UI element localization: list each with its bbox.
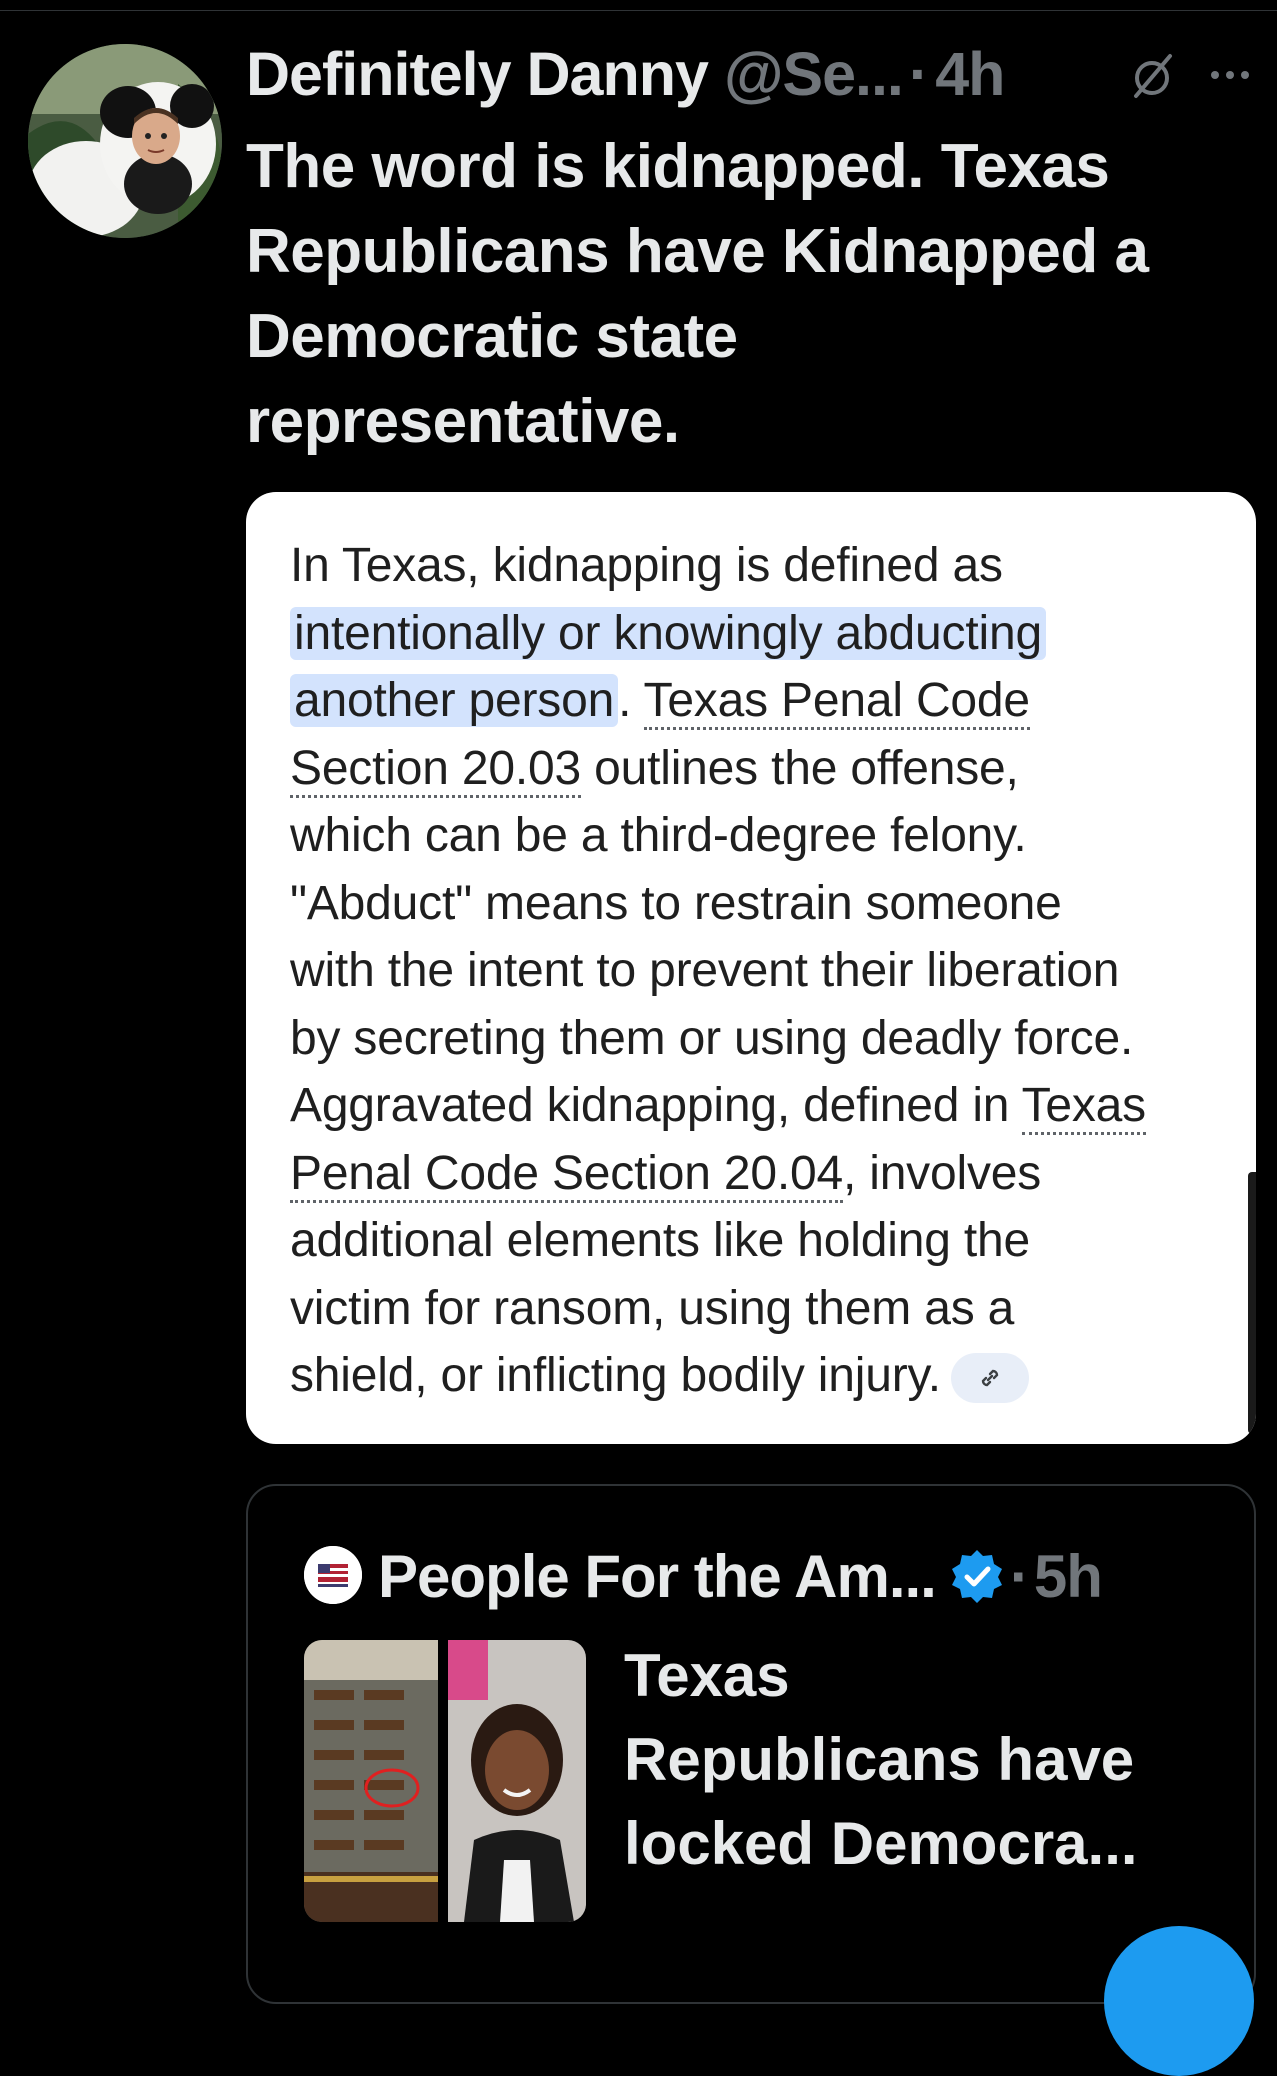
citation-link[interactable]: Section 20.03 [290,741,581,798]
attached-screenshot[interactable]: In Texas, kidnapping is defined as inten… [246,492,1256,1444]
card-line: Aggravated kidnapping, defined in Texas [290,1072,1230,1140]
grok-icon[interactable] [1128,52,1176,100]
card-line: victim for ransom, using them as a [290,1281,1015,1335]
quoted-author-avatar[interactable] [304,1546,362,1604]
card-line: In Texas, kidnapping is defined as [290,539,1003,592]
card-punct: . [618,674,644,727]
scrollbar[interactable] [1248,1172,1256,1434]
author-name[interactable]: Definitely Danny [246,39,709,109]
author-avatar[interactable] [28,44,222,238]
card-line: another person. Texas Penal Code [290,667,1230,735]
card-line: by secreting them or using deadly force. [290,1011,1134,1065]
post-text-line: The word is kidnapped. Texas [246,132,1110,201]
post-text-line: Democratic state [246,302,738,371]
link-chip[interactable] [950,1353,1029,1404]
card-line: shield, or inflicting bodily injury. [290,1342,1230,1410]
card-text-segment: outlines the offense, [580,741,1019,795]
quoted-text-line: Republicans have [624,1726,1135,1793]
separator-dot: · [1009,1542,1030,1610]
post-text-line: representative. [246,387,680,456]
top-divider [0,0,1277,11]
citation-link[interactable]: Texas [1021,1079,1146,1135]
compose-button[interactable] [1104,1926,1254,2076]
post-text: The word is kidnapped. Texas Republicans… [246,124,1256,464]
quoted-text-line: locked Democra... [624,1810,1138,1877]
quoted-post-media[interactable] [304,1640,586,1922]
card-line: which can be a third-degree felony. [290,809,1027,862]
post-timestamp[interactable]: 4h [935,39,1005,109]
quoted-text-line: Texas [624,1642,790,1709]
quoted-post-timestamp[interactable]: 5h [1034,1542,1103,1611]
author-handle[interactable]: @Se... [724,39,904,109]
post-text-line: Republicans have Kidnapped a [246,217,1149,286]
card-text-segment: shield, or inflicting bodily injury. [290,1349,941,1402]
quoted-post[interactable]: People For the Am... · 5h Texas Republic… [246,1484,1256,2004]
highlighted-text: another person [290,674,619,727]
verified-badge-icon[interactable] [948,1547,1006,1605]
highlighted-text: intentionally or knowingly abducting [290,606,1046,660]
card-line: "Abduct" means to restrain someone [290,876,1062,930]
card-line: intentionally or knowingly abducting [290,600,1230,668]
quoted-post-text: Texas Republicans have locked Democra... [624,1634,1224,1886]
card-line: with the intent to prevent their liberat… [290,944,1120,997]
citation-link[interactable]: Texas Penal Code [643,674,1030,730]
card-text-segment: Aggravated kidnapping, defined in [290,1079,1022,1132]
citation-link[interactable]: Penal Code Section 20.04 [290,1146,843,1203]
card-line: Penal Code Section 20.04, involves [290,1140,1230,1208]
card-line: Section 20.03 outlines the offense, [290,735,1230,803]
post-header: Definitely Danny @Se... · 4h [246,38,1005,110]
screenshot-text: In Texas, kidnapping is defined as inten… [290,532,1230,1410]
more-icon[interactable] [1205,60,1255,90]
quoted-author-name[interactable]: People For the Am... [378,1542,937,1611]
card-text-segment: , involves [842,1146,1042,1200]
quoted-post-header: People For the Am... · 5h [378,1536,1103,1616]
separator-dot: · [908,40,930,108]
link-icon [981,1370,999,1387]
card-line: additional elements like holding the [290,1214,1030,1267]
